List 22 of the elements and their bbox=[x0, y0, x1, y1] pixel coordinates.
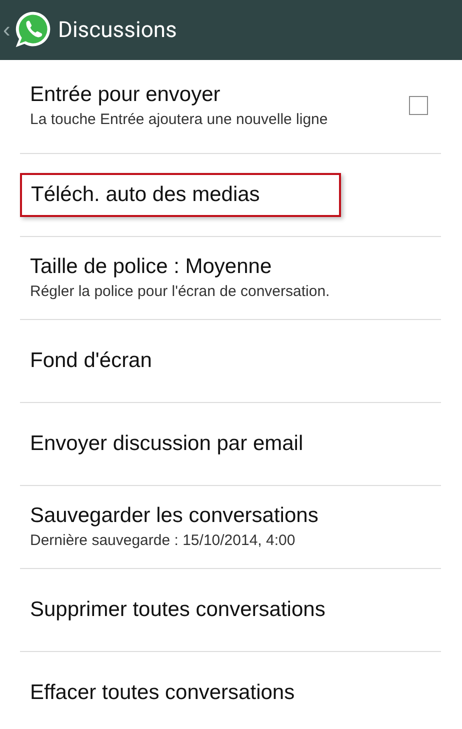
settings-item[interactable]: Taille de police : Moyenne Régler la police pour l'écran de conversation. bbox=[20, 237, 441, 320]
settings-item[interactable]: Sauvegarder les conversations Dernière sauvegarde : 15/10/2014, 4:00 bbox=[20, 486, 441, 569]
setting-title: Entrée pour envoyer bbox=[30, 82, 220, 108]
settings-item[interactable]: Entrée pour envoyer La touche Entrée ajoutera une nouvelle ligne bbox=[20, 60, 441, 154]
highlighted-setting-title: Téléch. auto des medias bbox=[20, 173, 341, 217]
screen-title: Discussions bbox=[58, 18, 177, 42]
settings-item[interactable]: Supprimer toutes conversations bbox=[20, 569, 441, 652]
setting-title: Taille de police : Moyenne bbox=[30, 254, 272, 280]
settings-item[interactable]: Effacer toutes conversations bbox=[20, 652, 441, 729]
settings-item[interactable]: Fond d'écran bbox=[20, 320, 441, 403]
setting-title: Effacer toutes conversations bbox=[30, 680, 295, 706]
setting-title: Supprimer toutes conversations bbox=[30, 597, 326, 623]
setting-title: Fond d'écran bbox=[30, 348, 152, 374]
setting-title: Sauvegarder les conversations bbox=[30, 503, 318, 529]
checkbox[interactable] bbox=[409, 96, 428, 115]
settings-item[interactable]: Téléch. auto des medias bbox=[20, 154, 441, 237]
settings-item[interactable]: Envoyer discussion par email bbox=[20, 403, 441, 486]
setting-summary: La touche Entrée ajoutera une nouvelle ligne bbox=[30, 110, 328, 130]
setting-summary: Régler la police pour l'écran de conversation. bbox=[30, 282, 330, 302]
back-icon[interactable]: ‹ bbox=[3, 19, 12, 41]
setting-summary: Dernière sauvegarde : 15/10/2014, 4:00 bbox=[30, 531, 296, 551]
setting-title: Envoyer discussion par email bbox=[30, 431, 304, 457]
